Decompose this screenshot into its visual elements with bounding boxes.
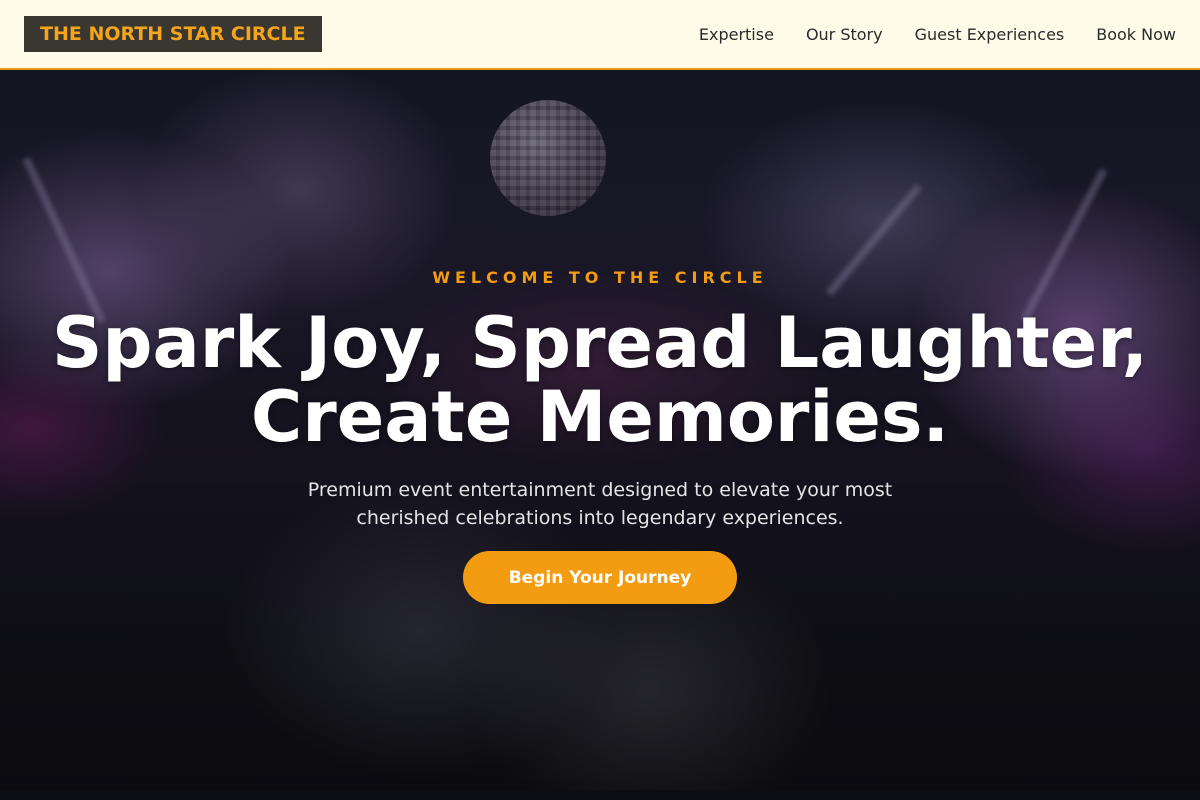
begin-journey-button[interactable]: Begin Your Journey — [463, 551, 737, 604]
main-nav: Expertise Our Story Guest Experiences Bo… — [699, 25, 1176, 44]
site-logo[interactable]: THE NORTH STAR CIRCLE — [24, 16, 322, 52]
nav-link-guest-experiences[interactable]: Guest Experiences — [915, 25, 1065, 44]
hero-headline-line-1: Spark Joy, Spread Laughter, — [51, 302, 1149, 384]
hero-headline-line-2: Create Memories. — [250, 376, 950, 458]
hero-eyebrow: WELCOME TO THE CIRCLE — [432, 268, 768, 287]
site-header: THE NORTH STAR CIRCLE Expertise Our Stor… — [0, 0, 1200, 70]
hero-subtext: Premium event entertainment designed to … — [280, 476, 920, 532]
hero-subtext-line-2: cherished celebrations into legendary ex… — [356, 507, 844, 529]
nav-link-our-story[interactable]: Our Story — [806, 25, 883, 44]
hero-section: WELCOME TO THE CIRCLE Spark Joy, Spread … — [0, 70, 1200, 790]
nav-link-book-now[interactable]: Book Now — [1096, 25, 1176, 44]
nav-link-expertise[interactable]: Expertise — [699, 25, 774, 44]
hero-subtext-line-1: Premium event entertainment designed to … — [307, 479, 893, 501]
hero-headline: Spark Joy, Spread Laughter, Create Memor… — [0, 306, 1200, 454]
hero-content: WELCOME TO THE CIRCLE Spark Joy, Spread … — [0, 70, 1200, 790]
